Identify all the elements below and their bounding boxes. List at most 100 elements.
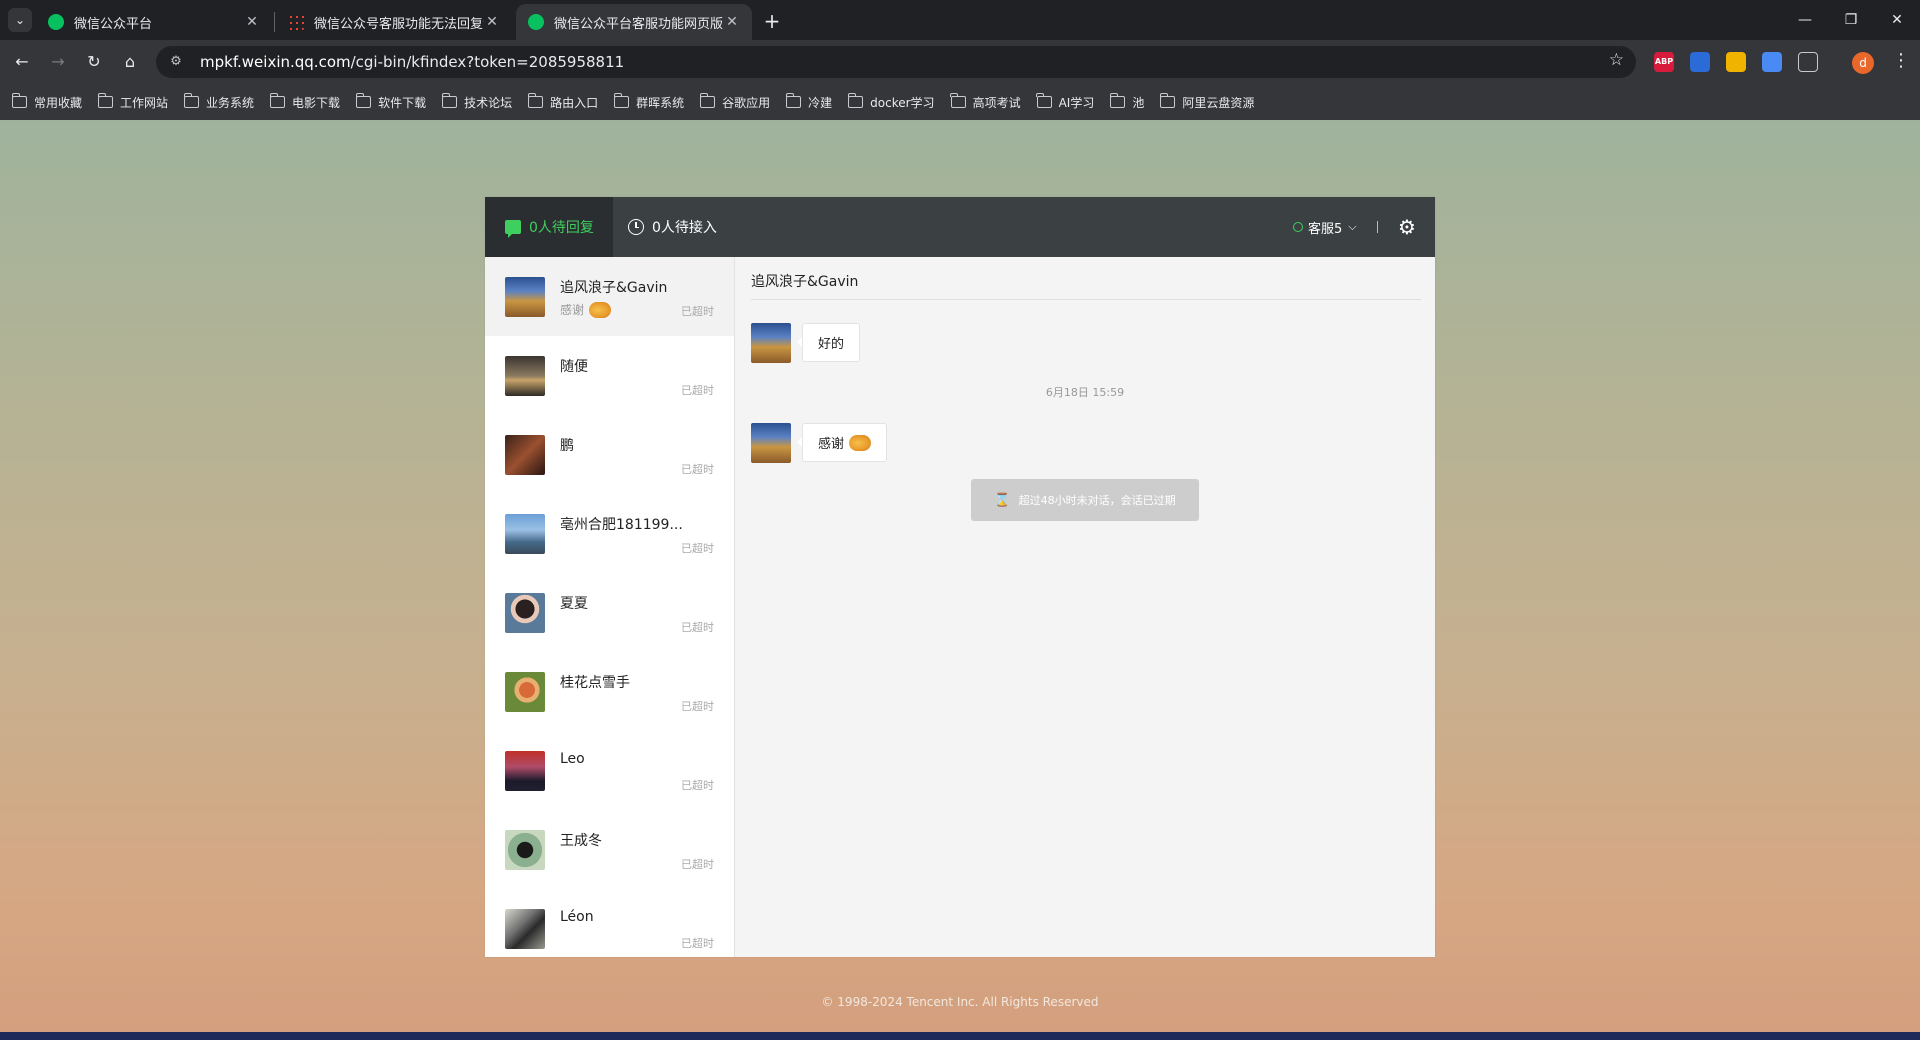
forward-button[interactable]: → — [44, 48, 72, 76]
reload-button[interactable]: ↻ — [80, 48, 108, 76]
home-button[interactable]: ⌂ — [116, 48, 144, 76]
bookmark-folder[interactable]: 谷歌应用 — [699, 93, 770, 111]
session-status: 已超时 — [681, 621, 714, 634]
tab-search-button[interactable]: ⌄ — [8, 8, 32, 32]
tab-title: 微信公众平台客服功能网页版 — [554, 16, 724, 32]
address-bar[interactable]: ⚙ mpkf.weixin.qq.com/cgi-bin/kfindex?tok… — [156, 46, 1636, 78]
session-item[interactable]: 鹏已超时 — [485, 415, 734, 494]
close-icon[interactable]: ✕ — [484, 14, 500, 30]
tab-waiting-reply[interactable]: 0人待回复 — [485, 197, 613, 257]
session-status: 已超时 — [681, 305, 714, 318]
folder-icon — [950, 93, 966, 108]
session-item[interactable]: 追风浪子&Gavin 感谢 已超时 — [485, 257, 734, 336]
tab-waiting-accept[interactable]: 0人待接入 — [628, 197, 717, 257]
avatar — [505, 277, 545, 317]
profile-avatar[interactable]: d — [1852, 52, 1874, 74]
session-item[interactable]: 随便 已超时 — [485, 336, 734, 415]
folder-icon — [847, 93, 864, 108]
session-status: 已超时 — [681, 542, 714, 555]
puzzle-icon[interactable] — [1798, 52, 1818, 72]
session-name: Leo — [560, 751, 585, 767]
bookmark-folder[interactable]: AI学习 — [1036, 93, 1094, 111]
bookmark-folder[interactable]: 路由入口 — [527, 93, 598, 111]
url-text[interactable]: mpkf.weixin.qq.com/cgi-bin/kfindex?token… — [200, 53, 624, 71]
session-status: 已超时 — [681, 384, 714, 397]
session-item[interactable]: 亳州合肥181199... 已超时 — [485, 494, 734, 573]
session-name: 追风浪子&Gavin — [560, 280, 668, 296]
preview-text: 感谢 — [560, 303, 585, 317]
session-status: 已超时 — [681, 779, 714, 792]
site-info-icon[interactable]: ⚙ — [164, 50, 188, 74]
avatar — [505, 830, 545, 870]
bookmark-folder[interactable]: 冷建 — [785, 93, 833, 111]
session-item[interactable]: 夏夏 已超时 — [485, 573, 734, 652]
message-text: 感谢 — [818, 437, 845, 452]
minimize-button[interactable]: — — [1782, 0, 1828, 40]
session-name: 桂花点雪手 — [560, 675, 630, 691]
translate-extension-icon[interactable] — [1762, 52, 1782, 72]
browser-tab-2[interactable]: 微信公众号客服功能无法回复消 ✕ — [276, 4, 512, 40]
bookmark-folder[interactable]: 业务系统 — [183, 93, 254, 111]
bookmark-folder[interactable]: 软件下载 — [355, 93, 427, 111]
session-item[interactable]: Leo 已超时 — [485, 731, 734, 810]
gear-icon[interactable]: ⚙ — [1395, 215, 1419, 239]
session-status: 已超时 — [681, 858, 714, 871]
session-item[interactable]: Léon 已超时 — [485, 889, 734, 957]
session-status: 已超时 — [681, 700, 714, 713]
bookmark-folder[interactable]: 电影下载 — [269, 93, 340, 111]
browser-tab-1[interactable]: 微信公众平台 ✕ — [36, 4, 272, 40]
bookmark-label: 冷建 — [808, 95, 833, 110]
agent-name: 客服5 — [1308, 221, 1343, 237]
folder-icon — [527, 93, 544, 108]
bookmark-label: 池 — [1132, 95, 1145, 110]
bookmark-folder[interactable]: 群晖系统 — [613, 93, 684, 111]
chat-title: 追风浪子&Gavin — [751, 274, 859, 290]
message-bubble: 好的 — [796, 323, 861, 362]
adblock-extension-icon[interactable]: ABP — [1654, 52, 1674, 72]
reload-icon: ↻ — [87, 52, 101, 71]
bookmark-folder[interactable]: 工作网站 — [97, 93, 168, 111]
notice-text: 超过48小时未对话，会话已过期 — [1018, 494, 1176, 507]
window-close-button[interactable]: ✕ — [1874, 0, 1920, 40]
session-name: 亳州合肥181199... — [560, 517, 683, 533]
copyright-footer: © 1998-2024 Tencent Inc. All Rights Rese… — [821, 995, 1099, 1009]
bookmark-folder[interactable]: 池 — [1109, 93, 1145, 111]
more-menu-icon[interactable]: ⋮ — [1892, 50, 1910, 71]
chat-bubble-icon — [505, 220, 521, 238]
message-timestamp: 6月18日 15:59 — [1045, 386, 1125, 399]
folder-icon — [785, 93, 802, 108]
folder-icon — [269, 93, 286, 108]
folder-icon — [97, 93, 114, 108]
grid-icon — [288, 14, 304, 30]
agent-status-dropdown[interactable]: 客服5 ⌵ — [1293, 197, 1357, 257]
extension-icon[interactable] — [1690, 52, 1710, 72]
folder-icon — [441, 93, 458, 108]
arrow-right-icon: → — [51, 52, 65, 71]
bookmark-folder[interactable]: 常用收藏 — [11, 93, 82, 111]
restore-button[interactable]: ❐ — [1828, 0, 1874, 40]
avatar — [505, 356, 545, 396]
url-host: mpkf.weixin.qq.com — [200, 53, 351, 71]
session-list: 追风浪子&Gavin 感谢 已超时 随便 已超时鹏已超时 亳州合肥181199... 已超时… — [485, 257, 735, 957]
bookmark-folder[interactable]: 技术论坛 — [441, 93, 512, 111]
bookmark-label: 高项考试 — [972, 95, 1021, 110]
close-icon[interactable]: ✕ — [724, 14, 740, 30]
bookmark-folder[interactable]: 高项考试 — [950, 93, 1021, 111]
download-extension-icon[interactable] — [1726, 52, 1746, 72]
bookmark-folder[interactable]: 阿里云盘资源 — [1159, 93, 1254, 111]
session-name: 王成冬 — [560, 833, 602, 849]
clock-icon — [628, 219, 644, 235]
back-button[interactable]: ← — [8, 48, 36, 76]
tab-divider — [274, 12, 275, 32]
bookmark-star-icon[interactable]: ☆ — [1609, 50, 1624, 70]
close-icon[interactable]: ✕ — [244, 14, 260, 30]
browser-tab-3[interactable]: 微信公众平台客服功能网页版 ✕ — [516, 4, 752, 40]
bookmark-label: 软件下载 — [378, 95, 427, 110]
wechat-icon — [528, 14, 544, 30]
session-item[interactable]: 桂花点雪手已超时 — [485, 652, 734, 731]
bookmark-folder[interactable]: docker学习 — [847, 93, 935, 111]
new-tab-button[interactable]: + — [758, 8, 786, 36]
taskbar-edge — [0, 1032, 1920, 1040]
session-item[interactable]: 王成冬已超时 — [485, 810, 734, 889]
folder-icon — [1036, 93, 1052, 108]
